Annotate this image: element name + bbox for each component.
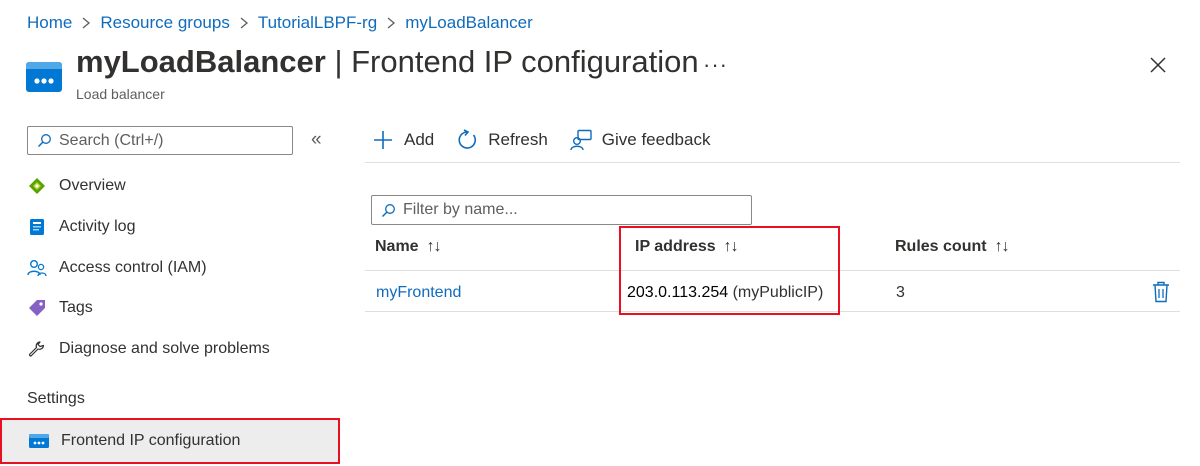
sidebar-item-label: Diagnose and solve problems xyxy=(59,340,270,357)
activity-log-icon xyxy=(27,217,47,237)
column-header-rules-count[interactable]: Rules count ↑↓ xyxy=(895,238,1010,256)
blade-name: Frontend IP configuration xyxy=(351,44,699,79)
sidebar-item-label: Tags xyxy=(59,299,93,316)
sort-icon: ↑↓ xyxy=(994,238,1010,255)
give-feedback-button[interactable]: Give feedback xyxy=(570,129,711,151)
sidebar-item-activity-log[interactable]: Activity log xyxy=(27,211,340,243)
delete-icon[interactable] xyxy=(1152,281,1170,303)
sidebar-item-iam[interactable]: Access control (IAM) xyxy=(27,252,340,284)
sidebar-item-label: Overview xyxy=(59,177,126,194)
refresh-icon xyxy=(458,129,477,149)
plus-icon xyxy=(374,131,392,149)
overview-icon xyxy=(27,176,47,196)
sidebar-item-tags[interactable]: Tags xyxy=(27,292,340,324)
column-header-label: Name xyxy=(375,238,419,255)
sidebar-item-label: Frontend IP configuration xyxy=(61,432,241,449)
add-button-label: Add xyxy=(404,130,435,149)
chevron-right-icon xyxy=(72,17,100,29)
title-separator: | xyxy=(325,44,352,79)
iam-icon xyxy=(27,258,47,278)
sidebar-item-label: Activity log xyxy=(59,218,136,235)
sort-icon: ↑↓ xyxy=(426,238,442,255)
filter-input[interactable]: Filter by name... xyxy=(371,195,752,225)
resource-name: myLoadBalancer xyxy=(76,44,326,79)
column-header-name[interactable]: Name ↑↓ xyxy=(375,238,442,256)
breadcrumb: Home Resource groups TutorialLBPF-rg myL… xyxy=(27,12,533,34)
settings-section-heading: Settings xyxy=(27,390,85,407)
sidebar-item-label: Access control (IAM) xyxy=(59,259,207,276)
filter-placeholder: Filter by name... xyxy=(403,201,518,218)
sidebar-search-input[interactable]: Search (Ctrl+/) xyxy=(27,126,293,155)
resource-type: Load balancer xyxy=(76,86,165,102)
frontend-name-link[interactable]: myFrontend xyxy=(376,284,461,302)
tag-icon xyxy=(27,298,47,318)
more-options-button[interactable]: ··· xyxy=(703,52,728,78)
breadcrumb-load-balancer[interactable]: myLoadBalancer xyxy=(405,13,533,33)
give-feedback-label: Give feedback xyxy=(601,130,711,149)
toolbar-divider xyxy=(365,162,1180,163)
refresh-button-label: Refresh xyxy=(488,130,548,149)
rules-count-cell: 3 xyxy=(896,284,905,301)
sidebar-item-diagnose[interactable]: Diagnose and solve problems xyxy=(27,333,340,365)
load-balancer-icon xyxy=(26,59,62,95)
feedback-icon xyxy=(570,129,592,151)
collapse-sidebar-button[interactable]: « xyxy=(311,129,322,151)
close-icon[interactable] xyxy=(1147,54,1169,76)
breadcrumb-home[interactable]: Home xyxy=(27,13,72,33)
load-balancer-icon xyxy=(29,431,49,451)
page-title: myLoadBalancer | Frontend IP configurati… xyxy=(76,44,699,80)
sidebar-search-placeholder: Search (Ctrl+/) xyxy=(59,131,164,149)
column-header-label: Rules count xyxy=(895,238,987,255)
search-icon xyxy=(381,203,395,217)
add-button[interactable]: Add xyxy=(372,129,434,151)
command-bar: Add Refresh Give feedback xyxy=(372,125,732,155)
sidebar-item-overview[interactable]: Overview xyxy=(27,170,340,202)
ip-address-highlight-box xyxy=(619,226,840,315)
chevron-right-icon xyxy=(230,17,258,29)
search-icon xyxy=(37,134,51,148)
chevron-right-icon xyxy=(377,17,405,29)
sidebar-item-frontend-ip-configuration[interactable]: Frontend IP configuration xyxy=(0,418,340,464)
breadcrumb-resource-groups[interactable]: Resource groups xyxy=(100,13,229,33)
refresh-button[interactable]: Refresh xyxy=(456,129,548,151)
breadcrumb-resource-group[interactable]: TutorialLBPF-rg xyxy=(258,13,377,33)
wrench-icon xyxy=(27,339,47,359)
